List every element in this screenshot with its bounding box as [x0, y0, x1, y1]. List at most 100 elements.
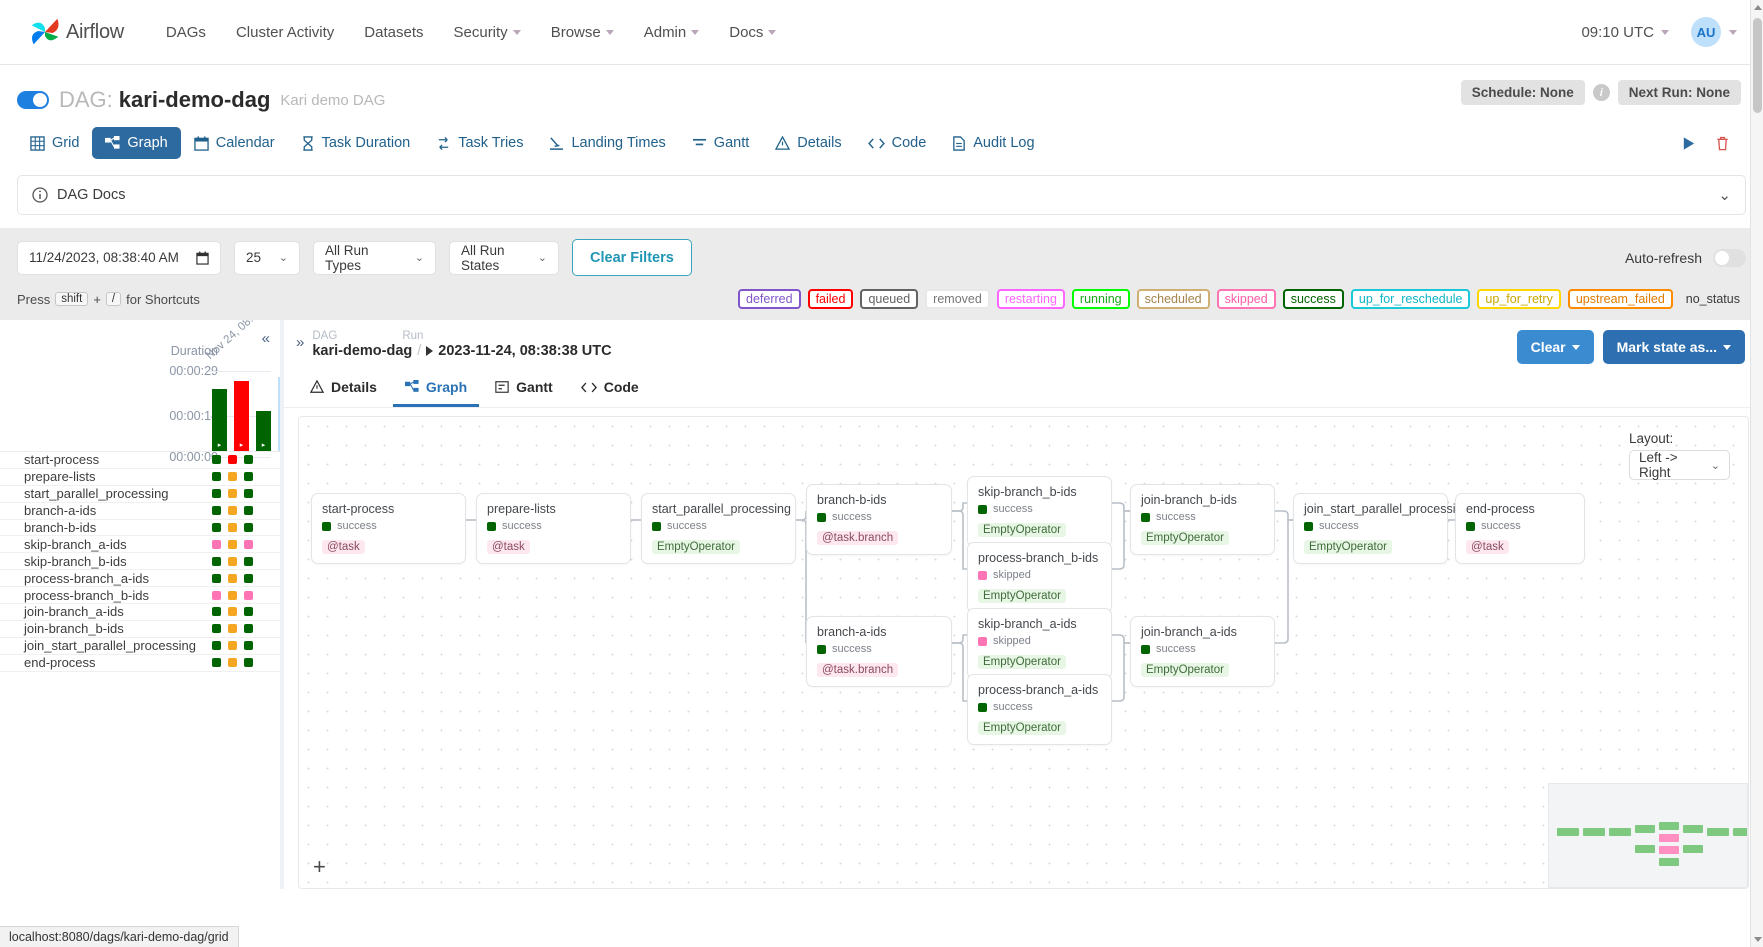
clear-filters-button[interactable]: Clear Filters	[572, 239, 692, 276]
tab-audit-log[interactable]: Audit Log	[939, 127, 1047, 159]
legend-no-status[interactable]: no_status	[1680, 291, 1746, 307]
legend-deferred[interactable]: deferred	[738, 289, 801, 309]
graph-node-start_parallel_processing[interactable]: start_parallel_processing success EmptyOpe…	[641, 493, 796, 564]
legend-removed[interactable]: removed	[925, 289, 990, 309]
task-instance-square[interactable]	[212, 539, 221, 549]
tab-details[interactable]: Details	[762, 127, 854, 159]
graph-minimap[interactable]	[1548, 783, 1748, 888]
task-instance-square[interactable]	[212, 489, 221, 499]
graph-node-prepare-lists[interactable]: prepare-lists success @task	[476, 493, 631, 564]
tab-landing-times[interactable]: Landing Times	[536, 127, 678, 159]
graph-node-join_start_parallel_processing[interactable]: join_start_parallel_processing success Emp…	[1293, 493, 1469, 564]
task-instance-square[interactable]	[244, 607, 253, 617]
task-instance-square[interactable]	[212, 455, 221, 465]
task-row[interactable]: process-branch_b-ids	[0, 587, 280, 605]
task-instance-square[interactable]	[228, 523, 237, 532]
clear-button[interactable]: Clear	[1516, 330, 1594, 364]
legend-failed[interactable]: failed	[807, 289, 854, 309]
scroll-up-icon[interactable]	[1754, 5, 1762, 10]
legend-scheduled[interactable]: scheduled	[1136, 289, 1210, 309]
run-square[interactable]: ▸	[234, 440, 249, 449]
task-instance-square[interactable]	[244, 455, 253, 465]
task-row[interactable]: process-branch_a-ids	[0, 570, 280, 588]
task-instance-square[interactable]	[228, 658, 237, 668]
breadcrumb-dag-value[interactable]: kari-demo-dag	[312, 343, 412, 359]
dag-docs-accordion[interactable]: DAG Docs ⌄	[17, 175, 1746, 215]
graph-node-start-process[interactable]: start-process success @task	[311, 493, 466, 564]
zoom-in-button[interactable]: +	[313, 856, 326, 878]
subtab-gantt[interactable]: Gantt	[483, 372, 565, 407]
task-instance-square[interactable]	[228, 556, 237, 566]
tab-calendar[interactable]: Calendar	[181, 127, 288, 159]
nav-link-docs[interactable]: Docs	[729, 24, 777, 41]
task-instance-square[interactable]	[212, 624, 221, 634]
task-instance-square[interactable]	[244, 641, 253, 651]
nav-link-datasets[interactable]: Datasets	[364, 24, 423, 41]
nav-link-dags[interactable]: DAGs	[166, 24, 206, 41]
legend-success[interactable]: success	[1282, 289, 1344, 309]
tab-code[interactable]: Code	[855, 127, 940, 159]
run-types-select[interactable]: All Run Types ⌄	[313, 240, 436, 275]
graph-node-process-branch_b-ids[interactable]: process-branch_b-ids skipped EmptyOperator	[967, 542, 1112, 613]
legend-up-for-retry[interactable]: up_for_retry	[1477, 289, 1561, 309]
tab-task-duration[interactable]: Task Duration	[288, 127, 424, 159]
task-instance-square[interactable]	[212, 573, 221, 583]
task-instance-square[interactable]	[212, 607, 221, 617]
task-row[interactable]: join-branch_a-ids	[0, 604, 280, 621]
task-instance-square[interactable]	[228, 607, 237, 617]
task-row[interactable]: join-branch_b-ids	[0, 621, 280, 638]
legend-restarting[interactable]: restarting	[996, 289, 1065, 309]
task-instance-square[interactable]	[212, 506, 221, 516]
task-instance-square[interactable]	[228, 472, 237, 482]
subtab-code[interactable]: Code	[569, 372, 651, 407]
run-square[interactable]: ▸	[256, 440, 271, 449]
run-square[interactable]: ▸	[212, 440, 227, 449]
task-instance-square[interactable]	[244, 556, 253, 566]
trigger-dag-button[interactable]	[1673, 129, 1703, 157]
task-instance-square[interactable]	[244, 472, 253, 482]
scrollbar-thumb[interactable]	[1753, 18, 1762, 113]
graph-node-branch-b-ids[interactable]: branch-b-ids success @task.branch	[806, 484, 952, 555]
chevron-down-icon[interactable]: ⌄	[1718, 186, 1731, 204]
task-instance-square[interactable]	[244, 573, 253, 583]
task-instance-square[interactable]	[228, 489, 237, 499]
run-states-select[interactable]: All Run States ⌄	[449, 240, 559, 275]
task-row[interactable]: prepare-lists	[0, 469, 280, 486]
task-instance-square[interactable]	[212, 556, 221, 566]
task-instance-square[interactable]	[244, 489, 253, 499]
task-instance-square[interactable]	[244, 590, 253, 600]
task-instance-square[interactable]	[212, 523, 221, 532]
task-instance-square[interactable]	[212, 641, 221, 651]
task-instance-square[interactable]	[228, 573, 237, 583]
task-instance-square[interactable]	[228, 590, 237, 600]
page-scrollbar[interactable]	[1750, 0, 1763, 947]
task-row[interactable]: join_start_parallel_processing	[0, 638, 280, 655]
nav-link-cluster-activity[interactable]: Cluster Activity	[236, 24, 334, 41]
graph-canvas[interactable]: Layout: Left -> Right ⌄ start-process su…	[298, 416, 1749, 889]
airflow-logo-brand[interactable]: Airflow	[26, 13, 124, 51]
task-row[interactable]: start-process	[0, 452, 280, 469]
legend-skipped[interactable]: skipped	[1216, 289, 1276, 309]
nav-link-admin[interactable]: Admin	[644, 24, 700, 41]
graph-node-join-branch_a-ids[interactable]: join-branch_a-ids success EmptyOperator	[1130, 616, 1275, 687]
layout-select[interactable]: Left -> Right ⌄	[1629, 450, 1730, 480]
task-row[interactable]: end-process	[0, 655, 280, 672]
task-instance-square[interactable]	[244, 539, 253, 549]
subtab-graph[interactable]: Graph	[392, 372, 480, 407]
num-runs-select[interactable]: 25 ⌄	[234, 240, 300, 275]
dag-pause-toggle[interactable]	[17, 91, 49, 109]
task-instance-square[interactable]	[212, 472, 221, 482]
user-menu[interactable]: AU	[1691, 17, 1737, 47]
expand-right-icon[interactable]: »	[292, 330, 312, 351]
task-instance-square[interactable]	[228, 641, 237, 651]
task-instance-square[interactable]	[244, 523, 253, 532]
mark-state-button[interactable]: Mark state as...	[1602, 330, 1745, 364]
graph-node-skip-branch_a-ids[interactable]: skip-branch_a-ids skipped EmptyOperator	[967, 608, 1112, 679]
task-instance-square[interactable]	[212, 658, 221, 668]
task-row[interactable]: skip-branch_a-ids	[0, 536, 280, 554]
task-instance-square[interactable]	[212, 590, 221, 600]
subtab-details[interactable]: Details	[298, 372, 389, 407]
nav-link-browse[interactable]: Browse	[551, 24, 614, 41]
task-instance-square[interactable]	[244, 624, 253, 634]
task-instance-square[interactable]	[228, 624, 237, 634]
